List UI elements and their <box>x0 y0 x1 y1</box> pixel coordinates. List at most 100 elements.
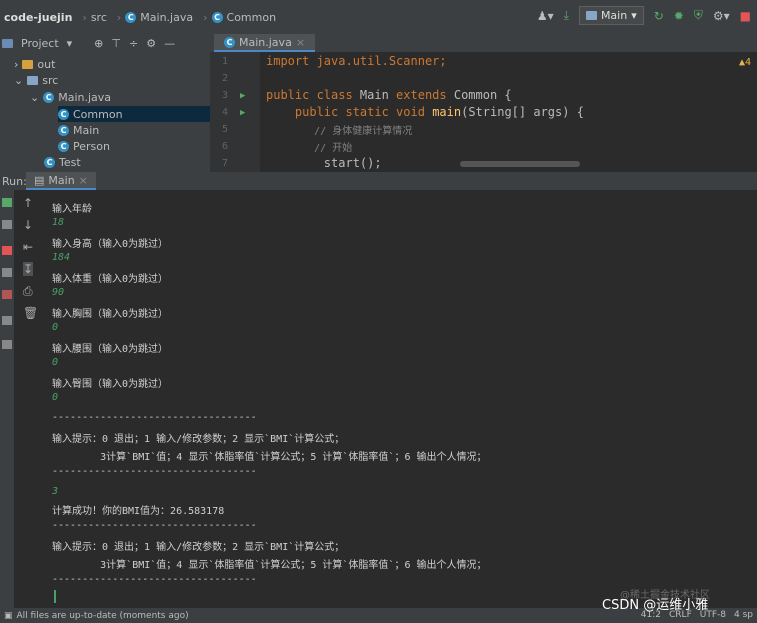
tree-label: Common <box>73 107 123 121</box>
status-icon[interactable]: ▣ <box>4 611 13 621</box>
trash-icon[interactable]: 🗑 <box>23 306 38 320</box>
run-tab-main[interactable]: ▤ Main × <box>26 172 96 190</box>
tab-main-java[interactable]: C Main.java × <box>214 34 316 52</box>
arrow-up-icon[interactable]: ↑ <box>23 196 33 210</box>
breadcrumb-src[interactable]: src <box>91 11 107 24</box>
project-tree: › out ⌄ src ⌄ C Main.java C Common C Mai… <box>0 52 210 172</box>
exit-icon[interactable] <box>2 290 12 299</box>
tree-item-main[interactable]: C Main <box>58 122 99 138</box>
indent-setting[interactable]: 4 sp <box>734 610 753 620</box>
toolbar-right: ♟▾ ⤓ Main ▾ ↻ ✹ ⛨ ⚙▾ ■ <box>537 6 751 25</box>
run-config-label: Main <box>600 9 628 22</box>
console-output-line: 输入腰围（输入0为跳过） <box>52 344 169 355</box>
wrench-icon[interactable] <box>2 220 12 229</box>
print-icon[interactable]: ⎙ <box>23 284 33 299</box>
code-line: import java.util.Scanner; <box>266 54 447 68</box>
editor-tab-bar: C Main.java × <box>210 34 757 52</box>
project-panel-title[interactable]: Project <box>21 37 59 50</box>
chevron-down-icon[interactable]: ⌄ <box>30 91 39 104</box>
console-output[interactable]: 输入年龄 18 输入身高（输入0为跳过） 184 输入体重（输入0为跳过） 90 输入胸围（… <box>44 190 757 608</box>
run-toolbar: ↑ ↓ ⇤ ↧ ⎙ 🗑 <box>14 190 45 608</box>
console-input-line: 3 <box>52 486 59 497</box>
camera-icon[interactable] <box>2 268 12 277</box>
code-line: start(); <box>266 156 382 170</box>
stop-icon[interactable]: ■ <box>740 9 751 23</box>
class-icon: C <box>44 156 55 168</box>
tree-label: Main <box>73 123 100 137</box>
layout-icon[interactable] <box>2 316 12 325</box>
profile-icon[interactable]: ⚙▾ <box>713 9 730 23</box>
scroll-to-end-icon[interactable]: ↧ <box>23 262 34 276</box>
line-number: 7 <box>222 158 229 169</box>
debug-icon[interactable]: ✹ <box>674 9 684 23</box>
gear-icon[interactable]: ⚙ <box>146 37 156 50</box>
console-output-line: 输入身高（输入0为跳过） <box>52 239 169 250</box>
breadcrumb-separator: › <box>82 10 87 24</box>
tree-label: Test <box>59 155 81 169</box>
run-gutter-icon[interactable]: ▶ <box>240 108 245 118</box>
stop-icon[interactable] <box>2 246 12 255</box>
folder-icon <box>27 75 39 85</box>
tree-label: Person <box>73 139 110 153</box>
run-gutter-icon[interactable]: ▶ <box>240 91 245 101</box>
locate-icon[interactable]: ⊕ <box>94 37 103 50</box>
console-output-line: ---------------------------------- <box>52 574 257 585</box>
line-number: 4 <box>222 107 229 118</box>
rerun-icon[interactable] <box>2 198 12 207</box>
tree-item-out[interactable]: › out <box>14 56 55 72</box>
console-output-line: 输入提示：0 退出；1 输入/修改参数；2 显示`BMI`计算公式； <box>52 434 345 445</box>
console-output-line: ---------------------------------- <box>52 466 257 477</box>
tree-item-src[interactable]: ⌄ src <box>14 72 58 88</box>
run-panel-header: Run: ▤ Main × <box>0 172 757 190</box>
console-output-line: 输入体重（输入0为跳过） <box>52 274 169 285</box>
console-output-line: 输入臀围（输入0为跳过） <box>52 379 169 390</box>
console-input-line: 0 <box>52 357 59 368</box>
warning-indicator[interactable]: ▲4 <box>739 57 751 68</box>
horizontal-scrollbar[interactable] <box>460 161 580 167</box>
line-number: 1 <box>222 56 229 67</box>
user-icon[interactable]: ♟▾ <box>537 9 554 23</box>
run-icon[interactable]: ↻ <box>654 9 664 23</box>
minimize-icon[interactable]: — <box>164 37 175 50</box>
breadcrumb-class-label: Common <box>226 10 277 24</box>
breadcrumb-file[interactable]: C Main.java <box>125 11 193 24</box>
pin-icon[interactable] <box>2 340 12 349</box>
console-input-line: 0 <box>52 392 59 403</box>
close-icon[interactable]: × <box>296 36 305 49</box>
code-editor[interactable]: 1 2 3 4 5 6 7 ▶ ▶ import java.util.Scann… <box>210 52 757 172</box>
class-icon: C <box>58 108 69 120</box>
config-icon <box>585 11 597 20</box>
run-config-select[interactable]: Main ▾ <box>578 6 644 25</box>
breadcrumb-src-label: src <box>90 10 107 24</box>
hammer-icon[interactable]: ⤓ <box>564 8 569 23</box>
tree-item-common[interactable]: C Common <box>58 106 210 122</box>
breadcrumb-class[interactable]: C Common <box>211 10 277 24</box>
status-message[interactable]: All files are up-to-date (moments ago) <box>17 611 189 621</box>
arrow-down-icon[interactable]: ↓ <box>23 218 33 232</box>
expand-all-icon[interactable]: ⊤ <box>111 37 121 50</box>
class-icon: C <box>125 11 137 23</box>
chevron-down-icon[interactable]: ⌄ <box>14 74 23 87</box>
line-number: 2 <box>222 73 229 84</box>
breadcrumb-file-label: Main.java <box>140 10 194 24</box>
chevron-down-icon: ▾ <box>631 9 637 22</box>
line-number: 6 <box>222 141 229 152</box>
line-number: 3 <box>222 90 229 101</box>
tab-label: Main.java <box>239 35 292 49</box>
tree-item-main-java[interactable]: ⌄ C Main.java <box>30 89 111 105</box>
soft-wrap-icon[interactable]: ⇤ <box>23 240 33 254</box>
project-name[interactable]: code-juejin <box>4 11 72 24</box>
collapse-all-icon[interactable]: ÷ <box>129 37 138 50</box>
chevron-right-icon[interactable]: › <box>14 58 18 71</box>
input-caret <box>54 590 56 603</box>
chevron-down-icon[interactable]: ▾ <box>67 37 73 50</box>
tree-label: src <box>42 73 59 87</box>
close-icon[interactable]: × <box>79 174 88 187</box>
console-output-line: 输入提示：0 退出；1 输入/修改参数；2 显示`BMI`计算公式； <box>52 542 345 553</box>
tree-item-test[interactable]: C Test <box>44 154 81 170</box>
console-output-line: 输入年龄 <box>52 204 92 215</box>
tree-item-person[interactable]: C Person <box>58 138 110 154</box>
warning-count: 4 <box>744 57 751 68</box>
breadcrumb-project[interactable]: code-juejin <box>4 11 72 24</box>
coverage-icon[interactable]: ⛨ <box>694 8 703 23</box>
